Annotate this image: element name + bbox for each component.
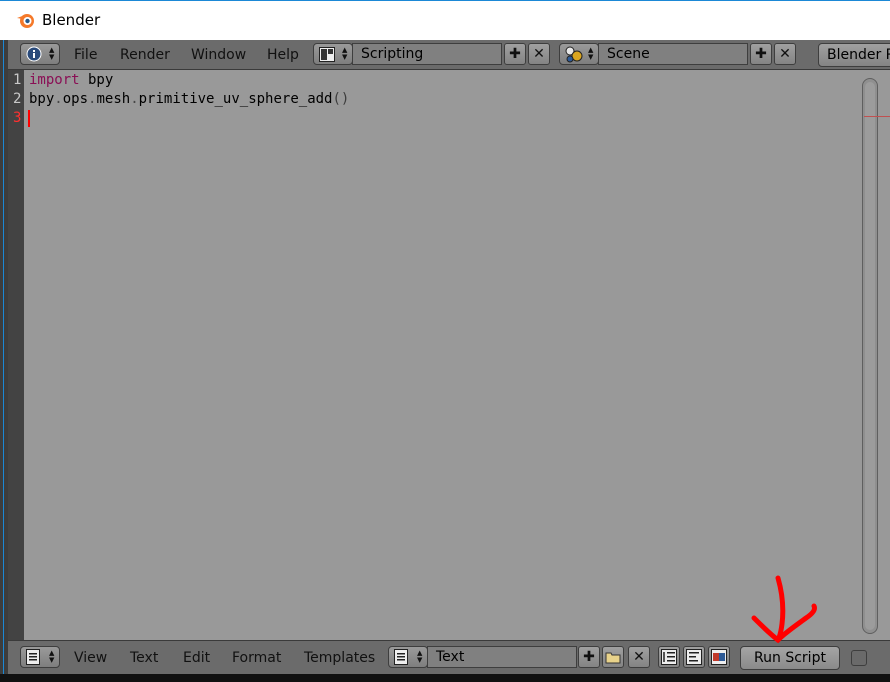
scene-icon	[565, 46, 583, 63]
screen-layout-icon	[319, 47, 335, 62]
code-dot: .	[54, 91, 63, 107]
window-title: Blender	[42, 11, 101, 29]
code-dot: .	[130, 91, 139, 107]
add-scene-button[interactable]: ✚	[750, 43, 772, 65]
code-identifier: primitive_uv_sphere_add	[138, 91, 333, 107]
text-editor-icon	[26, 649, 40, 665]
new-text-button[interactable]: ✚	[578, 646, 600, 668]
info-header: ▲ ▼ File Render Window Help ▲ ▼ Scripting …	[8, 40, 890, 70]
line-numbers-icon	[661, 649, 677, 665]
scene-field[interactable]: Scene	[598, 43, 748, 65]
blender-logo-icon	[17, 14, 34, 28]
scrollbar-thumb[interactable]	[865, 82, 875, 630]
info-icon	[26, 46, 42, 62]
word-wrap-icon	[686, 649, 702, 665]
run-script-button[interactable]: Run Script	[740, 646, 840, 670]
open-text-button[interactable]	[602, 646, 624, 668]
window-frame-left	[0, 40, 8, 682]
unlink-text-button[interactable]: ✕	[628, 646, 650, 668]
screen-layout-field[interactable]: Scripting	[352, 43, 502, 65]
updown-arrows-icon: ▲ ▼	[49, 46, 55, 61]
live-edit-checkbox[interactable]	[851, 650, 867, 666]
code-identifier: mesh	[96, 91, 131, 107]
menu-render[interactable]: Render	[120, 47, 170, 63]
syntax-highlight-toggle[interactable]	[708, 646, 730, 668]
code-line-2: bpy.ops.mesh.primitive_uv_sphere_add()	[29, 91, 349, 107]
code-text: bpy	[79, 72, 114, 88]
code-identifier: ops	[62, 91, 89, 107]
text-editor-area[interactable]: 1 2 3 import bpy bpy.ops.mesh.primitive_…	[8, 70, 890, 640]
menu-file[interactable]: File	[74, 47, 97, 63]
delete-screen-button[interactable]: ✕	[528, 43, 550, 65]
window-bottom-edge	[0, 674, 890, 682]
plus-icon: ✚	[509, 46, 521, 62]
updown-arrows-icon: ▲ ▼	[588, 46, 594, 61]
syntax-highlight-icon	[711, 649, 727, 665]
close-icon: ✕	[533, 46, 545, 62]
plus-icon: ✚	[755, 46, 767, 62]
line-number: 2	[13, 91, 22, 107]
delete-scene-button[interactable]: ✕	[774, 43, 796, 65]
menu-format[interactable]: Format	[232, 650, 281, 666]
keyword-import: import	[29, 72, 80, 88]
menu-window[interactable]: Window	[191, 47, 246, 63]
code-line-1: import bpy	[29, 72, 113, 88]
text-block-menu[interactable]: ▲ ▼	[388, 646, 428, 668]
window-titlebar: Blender	[0, 0, 890, 40]
code-identifier: bpy	[29, 91, 55, 107]
close-icon: ✕	[633, 649, 645, 665]
render-engine-menu[interactable]: Blender R	[818, 43, 890, 67]
text-editor-header: ▲ ▼ View Text Edit Format Templates ▲ ▼ Te…	[8, 640, 890, 674]
word-wrap-toggle[interactable]	[683, 646, 705, 668]
text-block-icon	[394, 649, 408, 665]
add-screen-button[interactable]: ✚	[504, 43, 526, 65]
screen-layout-menu[interactable]: ▲ ▼	[313, 43, 353, 65]
line-numbers-toggle[interactable]	[658, 646, 680, 668]
menu-help[interactable]: Help	[267, 47, 299, 63]
menu-text[interactable]: Text	[130, 650, 158, 666]
code-parens: ()	[332, 91, 350, 107]
margin-marker	[864, 116, 890, 117]
close-icon: ✕	[779, 46, 791, 62]
updown-arrows-icon: ▲ ▼	[342, 46, 348, 61]
line-number-current: 3	[13, 110, 22, 126]
editor-type-menu[interactable]: ▲ ▼	[20, 43, 60, 65]
menu-edit[interactable]: Edit	[183, 650, 210, 666]
updown-arrows-icon: ▲ ▼	[49, 649, 55, 664]
menu-view[interactable]: View	[74, 650, 107, 666]
updown-arrows-icon: ▲ ▼	[417, 649, 423, 664]
line-number: 1	[13, 72, 22, 88]
editor-type-menu[interactable]: ▲ ▼	[20, 646, 60, 668]
text-cursor	[28, 110, 30, 127]
folder-icon	[605, 652, 621, 664]
scene-menu[interactable]: ▲ ▼	[559, 43, 599, 65]
plus-icon: ✚	[583, 649, 595, 665]
line-number-gutter	[8, 70, 24, 640]
menu-templates[interactable]: Templates	[304, 650, 375, 666]
text-block-field[interactable]: Text	[427, 646, 577, 668]
